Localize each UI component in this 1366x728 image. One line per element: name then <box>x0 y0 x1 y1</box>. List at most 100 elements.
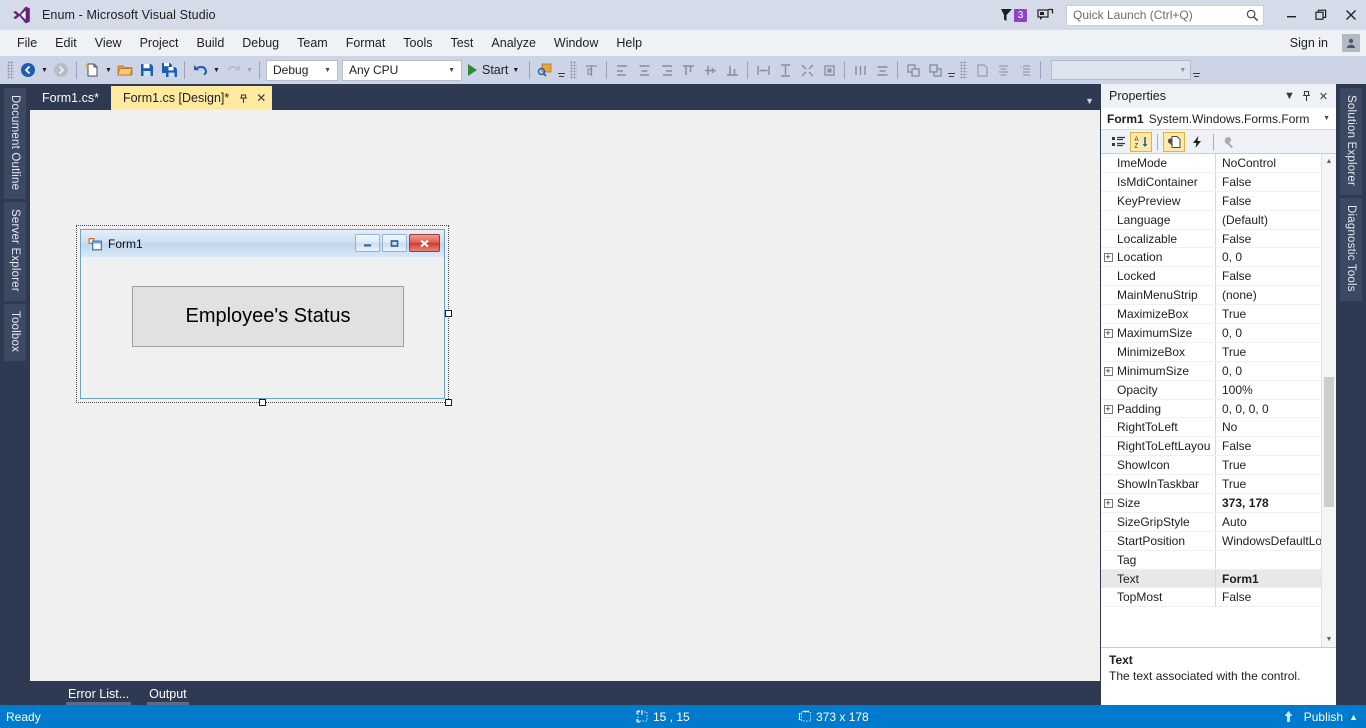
property-value[interactable]: 0, 0 <box>1216 326 1321 340</box>
make-same-height-button[interactable] <box>774 59 796 81</box>
property-row[interactable]: Language (Default) <box>1101 210 1321 230</box>
property-value[interactable]: 0, 0 <box>1216 250 1321 264</box>
property-value[interactable]: NoControl <box>1216 156 1321 170</box>
property-value[interactable]: True <box>1216 345 1321 359</box>
property-value[interactable]: False <box>1216 175 1321 189</box>
property-row[interactable]: SizeGripStyle Auto <box>1101 512 1321 532</box>
publish-label[interactable]: Publish <box>1304 710 1343 724</box>
categorized-view-button[interactable] <box>1107 132 1129 152</box>
property-value[interactable]: 0, 0, 0, 0 <box>1216 402 1321 416</box>
resize-handle-south[interactable] <box>258 399 266 406</box>
events-view-button[interactable] <box>1186 132 1208 152</box>
menu-project[interactable]: Project <box>131 33 188 53</box>
property-row[interactable]: ImeMode NoControl <box>1101 154 1321 173</box>
center-horizontally-button[interactable] <box>992 59 1014 81</box>
property-row[interactable]: MinimizeBox True <box>1101 342 1321 362</box>
align-middles-button[interactable] <box>699 59 721 81</box>
center-vertically-button[interactable] <box>1014 59 1036 81</box>
property-row[interactable]: Tag <box>1101 550 1321 570</box>
menu-help[interactable]: Help <box>607 33 651 53</box>
toolbar-overflow-button[interactable] <box>556 59 567 81</box>
property-row[interactable]: Text Form1 <box>1101 569 1321 589</box>
property-row[interactable]: KeyPreview False <box>1101 191 1321 211</box>
bring-to-front-button[interactable] <box>902 59 924 81</box>
panel-close-icon[interactable]: ✕ <box>1315 86 1332 106</box>
form-close-button[interactable] <box>409 234 440 252</box>
save-button[interactable] <box>136 59 158 81</box>
send-to-back-button[interactable] <box>924 59 946 81</box>
find-in-files-button[interactable] <box>534 59 556 81</box>
expand-plus-icon[interactable]: + <box>1101 328 1115 338</box>
quick-launch-input[interactable] <box>1073 8 1246 22</box>
property-row[interactable]: Localizable False <box>1101 229 1321 249</box>
property-value[interactable]: (none) <box>1216 288 1321 302</box>
size-to-grid-button[interactable] <box>818 59 840 81</box>
menu-build[interactable]: Build <box>187 33 233 53</box>
property-value[interactable]: True <box>1216 307 1321 321</box>
property-row[interactable]: RightToLeft No <box>1101 418 1321 438</box>
property-value[interactable]: False <box>1216 439 1321 453</box>
properties-scrollbar[interactable]: ▲ ▼ <box>1321 154 1336 647</box>
dock-tab-server-explorer[interactable]: Server Explorer <box>4 202 26 302</box>
property-row[interactable]: MainMenuStrip (none) <box>1101 286 1321 306</box>
pin-icon[interactable] <box>238 93 249 104</box>
property-value[interactable]: 0, 0 <box>1216 364 1321 378</box>
menu-window[interactable]: Window <box>545 33 607 53</box>
property-row[interactable]: + Padding 0, 0, 0, 0 <box>1101 399 1321 419</box>
property-row[interactable]: TopMost False <box>1101 588 1321 608</box>
menu-team[interactable]: Team <box>288 33 337 53</box>
expand-plus-icon[interactable]: + <box>1101 366 1115 376</box>
account-icon[interactable] <box>1342 34 1360 52</box>
restore-button[interactable] <box>1306 0 1336 30</box>
alphabetical-sort-button[interactable]: A Z <box>1130 131 1152 152</box>
layout-toolbar-grip[interactable] <box>570 61 578 79</box>
form-designer-surface[interactable]: Form1 Employee's Status <box>30 110 1100 681</box>
dock-tab-document-outline[interactable]: Document Outline <box>4 88 26 200</box>
undo-button[interactable] <box>189 59 211 81</box>
property-value[interactable]: 100% <box>1216 383 1321 397</box>
vertical-spacing-button[interactable] <box>871 59 893 81</box>
make-same-size-button[interactable] <box>796 59 818 81</box>
menu-tools[interactable]: Tools <box>394 33 441 53</box>
menu-edit[interactable]: Edit <box>46 33 86 53</box>
property-row[interactable]: StartPosition WindowsDefaultLo <box>1101 531 1321 551</box>
property-value[interactable]: False <box>1216 269 1321 283</box>
property-value[interactable]: No <box>1216 420 1321 434</box>
solution-platform-combo[interactable]: Any CPU ▼ <box>342 59 462 81</box>
property-value[interactable]: WindowsDefaultLo <box>1216 534 1321 548</box>
toolbar-grip[interactable] <box>7 61 14 79</box>
navigate-back-dropdown[interactable]: ▼ <box>39 59 50 81</box>
scrollbar-track[interactable] <box>1322 169 1336 632</box>
tab-overflow-icon[interactable]: ▼ <box>1085 96 1094 106</box>
property-value[interactable]: False <box>1216 194 1321 208</box>
property-row[interactable]: + Size 373, 178 <box>1101 494 1321 513</box>
solution-configuration-combo[interactable]: Debug ▼ <box>266 59 338 81</box>
undo-dropdown[interactable]: ▼ <box>211 59 222 81</box>
align-rights-button[interactable] <box>655 59 677 81</box>
menu-file[interactable]: File <box>8 33 46 53</box>
property-value[interactable]: True <box>1216 458 1321 472</box>
layout-toolbar-overflow[interactable] <box>946 59 957 81</box>
document-tab-form1-cs[interactable]: Form1.cs* <box>30 86 111 110</box>
properties-view-button[interactable] <box>1163 131 1185 152</box>
menu-analyze[interactable]: Analyze <box>482 33 544 53</box>
close-button[interactable] <box>1336 0 1366 30</box>
redo-button[interactable] <box>222 59 244 81</box>
form-maximize-button[interactable] <box>382 234 407 252</box>
menu-debug[interactable]: Debug <box>233 33 288 53</box>
make-same-width-button[interactable] <box>752 59 774 81</box>
property-value[interactable]: 373, 178 <box>1216 496 1321 510</box>
property-value[interactable]: Form1 <box>1216 572 1321 586</box>
properties-object-selector[interactable]: Form1 System.Windows.Forms.Form ▼ <box>1101 108 1336 130</box>
send-feedback-button[interactable] <box>1037 8 1054 23</box>
menu-format[interactable]: Format <box>337 33 395 53</box>
property-value[interactable]: (Default) <box>1216 213 1321 227</box>
bottom-tab-error-list[interactable]: Error List... <box>58 684 139 705</box>
properties-grid[interactable]: ImeMode NoControl IsMdiContainer False KeyPr… <box>1101 154 1336 647</box>
property-row[interactable]: + MaximumSize 0, 0 <box>1101 324 1321 343</box>
property-row[interactable]: Opacity 100% <box>1101 380 1321 400</box>
panel-menu-chevron-down-icon[interactable]: ▼ <box>1281 86 1298 106</box>
expand-plus-icon[interactable]: + <box>1101 404 1115 414</box>
horizontal-spacing-button[interactable] <box>849 59 871 81</box>
navigate-back-button[interactable] <box>17 59 39 81</box>
